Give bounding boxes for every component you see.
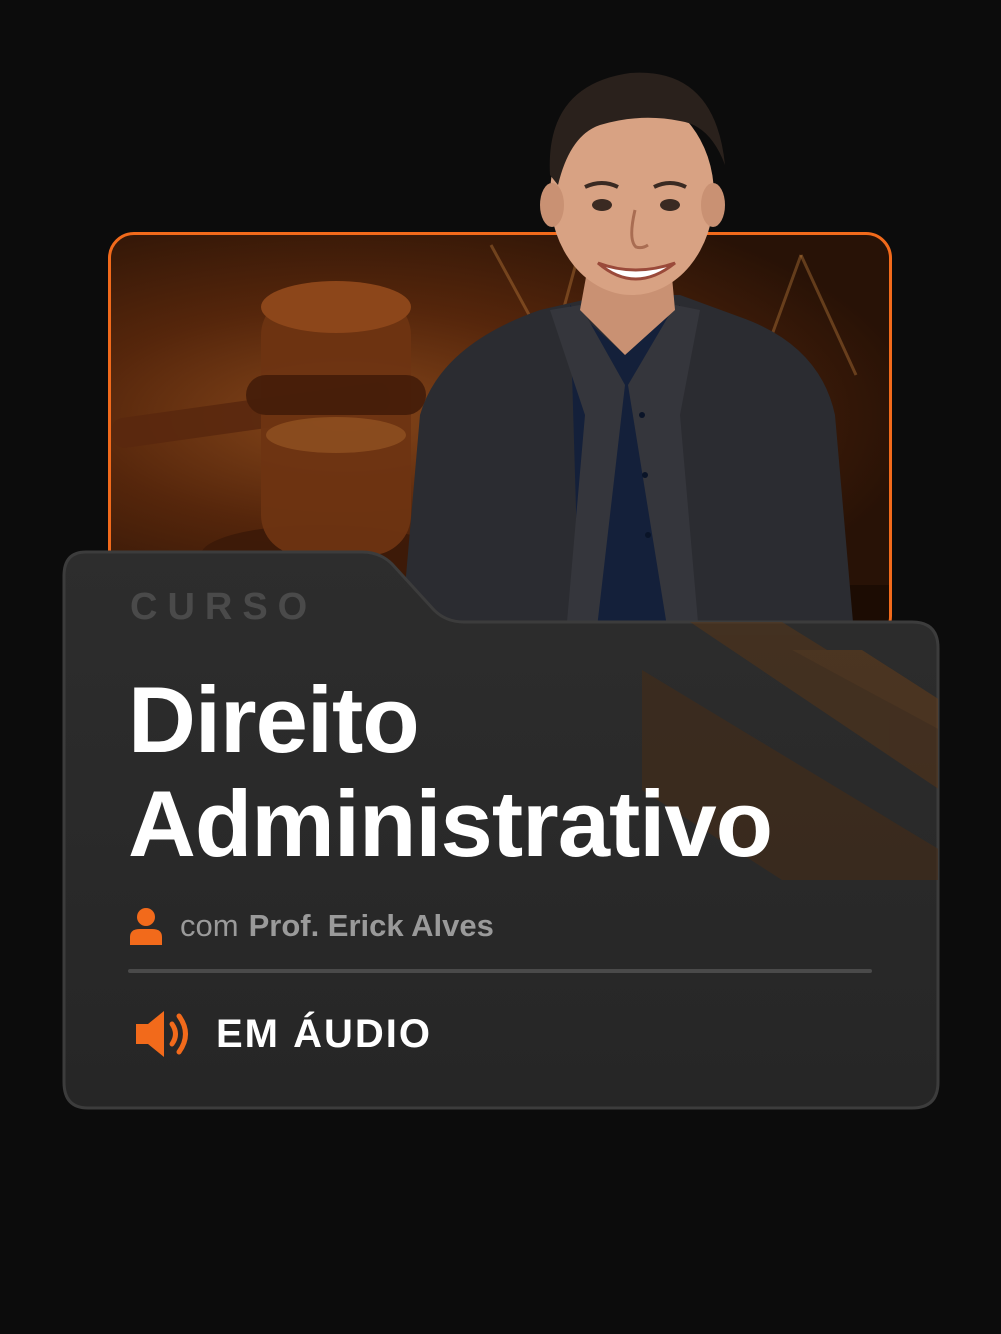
format-label: EM ÁUDIO <box>216 1011 432 1056</box>
instructor-row: com Prof. Erick Alves <box>128 904 494 948</box>
course-title: Direito Administrativo <box>128 668 888 876</box>
course-title-line-1: Direito <box>128 667 420 772</box>
divider <box>128 969 872 973</box>
course-title-line-2: Administrativo <box>128 771 773 876</box>
instructor-name: Prof. Erick Alves <box>248 908 494 943</box>
speaker-icon <box>136 1011 188 1057</box>
category-label: CURSO <box>130 586 318 628</box>
instructor-prefix: com <box>180 908 239 943</box>
audio-format-row: EM ÁUDIO <box>134 1006 432 1062</box>
course-cover: CURSO Direito Administrativo com Prof. E… <box>0 0 1001 1334</box>
person-icon <box>130 908 162 945</box>
